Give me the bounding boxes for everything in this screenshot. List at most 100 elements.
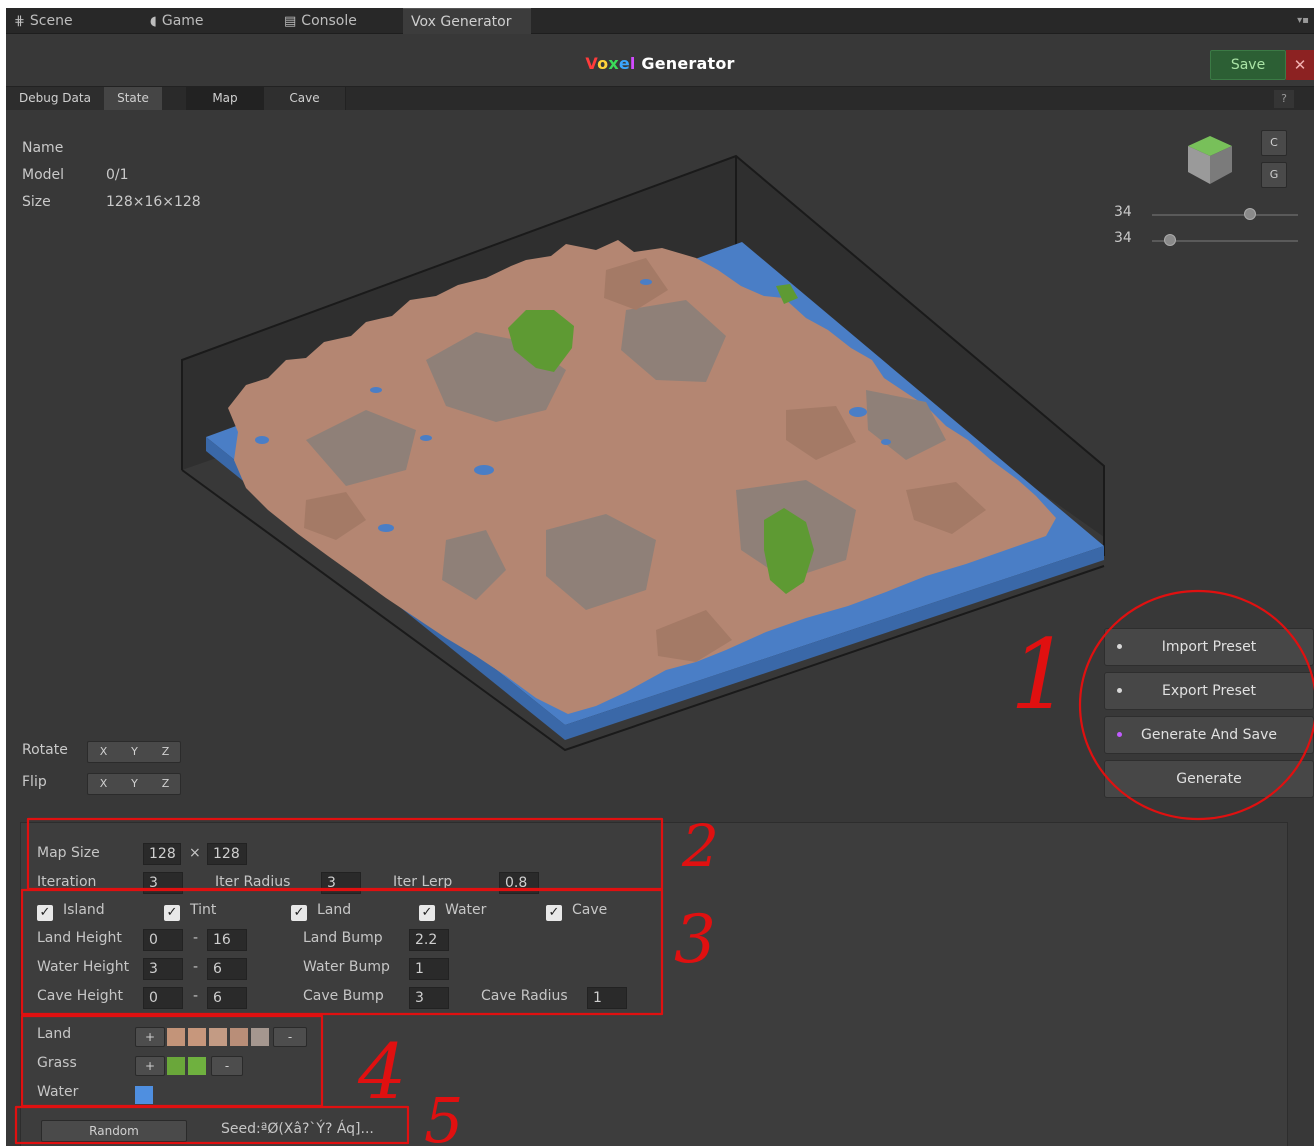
cave-radius-field[interactable]: 1	[587, 987, 627, 1009]
land-bump-label: Land Bump	[303, 930, 383, 946]
flip-x-button[interactable]: X	[88, 774, 119, 794]
island-checkbox[interactable]: ✓	[37, 905, 53, 921]
rotate-y-button[interactable]: Y	[119, 742, 150, 762]
window-tab-bar: ⋕ Scene ◖ Game ▤ Console Vox Generator ▾▪	[6, 8, 1314, 34]
pacman-icon: ◖	[150, 14, 157, 29]
iter-lerp-field[interactable]: 0.8	[499, 872, 539, 894]
land-bump-field[interactable]: 2.2	[409, 929, 449, 951]
grass-color-swatch[interactable]	[167, 1057, 185, 1075]
generate-and-save-button[interactable]: Generate And Save	[1104, 716, 1314, 754]
map-size-label: Map Size	[37, 845, 100, 861]
land-height-max-field[interactable]: 16	[207, 929, 247, 951]
flip-label: Flip	[22, 774, 47, 790]
bullet-icon	[1117, 644, 1122, 649]
tab-cave[interactable]: Cave	[264, 87, 346, 110]
land-color-swatch[interactable]	[209, 1028, 227, 1046]
tab-menu-icon[interactable]: ▾▪	[1296, 14, 1310, 28]
grid-icon: ⋕	[14, 14, 25, 29]
times-sign: ×	[189, 845, 201, 861]
lake	[881, 439, 891, 445]
water-checkbox[interactable]: ✓	[419, 905, 435, 921]
iter-lerp-label: Iter Lerp	[393, 874, 453, 890]
land-color-swatch[interactable]	[188, 1028, 206, 1046]
water-bump-field[interactable]: 1	[409, 958, 449, 980]
rotate-z-button[interactable]: Z	[150, 742, 181, 762]
grass-palette-add-button[interactable]: +	[135, 1056, 165, 1076]
rotate-label: Rotate	[22, 742, 68, 758]
tab-scene[interactable]: ⋕ Scene	[6, 8, 134, 34]
rotate-x-button[interactable]: X	[88, 742, 119, 762]
water-height-label: Water Height	[37, 959, 130, 975]
bullet-icon	[1117, 688, 1122, 693]
land-color-swatch[interactable]	[230, 1028, 248, 1046]
camera-g-button[interactable]: G	[1261, 162, 1287, 188]
rotate-axis-group: X Y Z	[87, 741, 181, 763]
grass-color-swatch[interactable]	[188, 1057, 206, 1075]
water-height-min-field[interactable]: 3	[143, 958, 183, 980]
voxel-preview-viewport[interactable]: Name Model 0/1 Size 128×16×128 C G 34 34…	[6, 110, 1314, 810]
size-value: 128×16×128	[106, 194, 201, 210]
tab-console[interactable]: ▤ Console	[276, 8, 404, 34]
app-title-rest: Generator	[635, 54, 735, 73]
vox-generator-window: ⋕ Scene ◖ Game ▤ Console Vox Generator ▾▪ V…	[6, 8, 1314, 1146]
lake	[474, 465, 494, 475]
export-preset-button[interactable]: Export Preset	[1104, 672, 1314, 710]
import-preset-label: Import Preset	[1161, 639, 1257, 655]
tint-checkbox[interactable]: ✓	[164, 905, 180, 921]
slider-1-value: 34	[1114, 204, 1132, 220]
camera-c-button[interactable]: C	[1261, 130, 1287, 156]
map-size-height-field[interactable]: 128	[207, 843, 247, 865]
generate-button[interactable]: Generate	[1104, 760, 1314, 798]
iter-radius-field[interactable]: 3	[321, 872, 361, 894]
tab-map[interactable]: Map	[186, 87, 264, 110]
water-height-max-field[interactable]: 6	[207, 958, 247, 980]
save-button[interactable]: Save	[1210, 50, 1286, 80]
map-settings-panel: Map Size 128 × 128 Iteration 3 Iter Radi…	[20, 822, 1288, 1146]
slider-1-track[interactable]	[1152, 214, 1298, 216]
app-title: Voxel Generator	[6, 54, 1314, 73]
tab-state[interactable]: State	[104, 87, 162, 110]
lake	[370, 387, 382, 393]
title-letter: V	[585, 54, 598, 73]
grass-palette-remove-button[interactable]: -	[211, 1056, 243, 1076]
slider-2-knob[interactable]	[1163, 234, 1176, 246]
cave-height-max-field[interactable]: 6	[207, 987, 247, 1009]
export-preset-label: Export Preset	[1162, 683, 1256, 699]
tab-debug-data[interactable]: Debug Data	[6, 87, 104, 110]
size-label: Size	[22, 194, 51, 210]
lake	[640, 279, 652, 285]
cave-radius-label: Cave Radius	[481, 988, 568, 1004]
tint-label: Tint	[190, 902, 217, 918]
flip-z-button[interactable]: Z	[150, 774, 181, 794]
land-height-min-field[interactable]: 0	[143, 929, 183, 951]
cave-height-min-field[interactable]: 0	[143, 987, 183, 1009]
cube-icon	[1188, 136, 1232, 184]
land-palette-add-button[interactable]: +	[135, 1027, 165, 1047]
land-color-swatch[interactable]	[251, 1028, 269, 1046]
land-palette-remove-button[interactable]: -	[273, 1027, 307, 1047]
section-tab-bar: Debug Data State Map Cave ?	[6, 86, 1314, 110]
land-label: Land	[317, 902, 352, 918]
cave-height-label: Cave Height	[37, 988, 123, 1004]
random-seed-button[interactable]: Random	[41, 1120, 187, 1142]
cave-bump-field[interactable]: 3	[409, 987, 449, 1009]
cave-bump-label: Cave Bump	[303, 988, 384, 1004]
tab-game[interactable]: ◖ Game	[142, 8, 270, 34]
cave-label: Cave	[572, 902, 608, 918]
tab-vox-generator[interactable]: Vox Generator	[403, 8, 531, 34]
close-button[interactable]: ✕	[1286, 50, 1314, 80]
land-height-label: Land Height	[37, 930, 122, 946]
water-color-swatch[interactable]	[135, 1086, 153, 1104]
cave-checkbox[interactable]: ✓	[546, 905, 562, 921]
land-checkbox[interactable]: ✓	[291, 905, 307, 921]
slider-2-value: 34	[1114, 230, 1132, 246]
land-palette-label: Land	[37, 1026, 72, 1042]
iteration-field[interactable]: 3	[143, 872, 183, 894]
map-size-width-field[interactable]: 128	[143, 843, 181, 865]
slider-1-knob[interactable]	[1243, 208, 1256, 220]
name-label: Name	[22, 140, 64, 156]
import-preset-button[interactable]: Import Preset	[1104, 628, 1314, 666]
help-button[interactable]: ?	[1274, 90, 1294, 108]
flip-y-button[interactable]: Y	[119, 774, 150, 794]
land-color-swatch[interactable]	[167, 1028, 185, 1046]
